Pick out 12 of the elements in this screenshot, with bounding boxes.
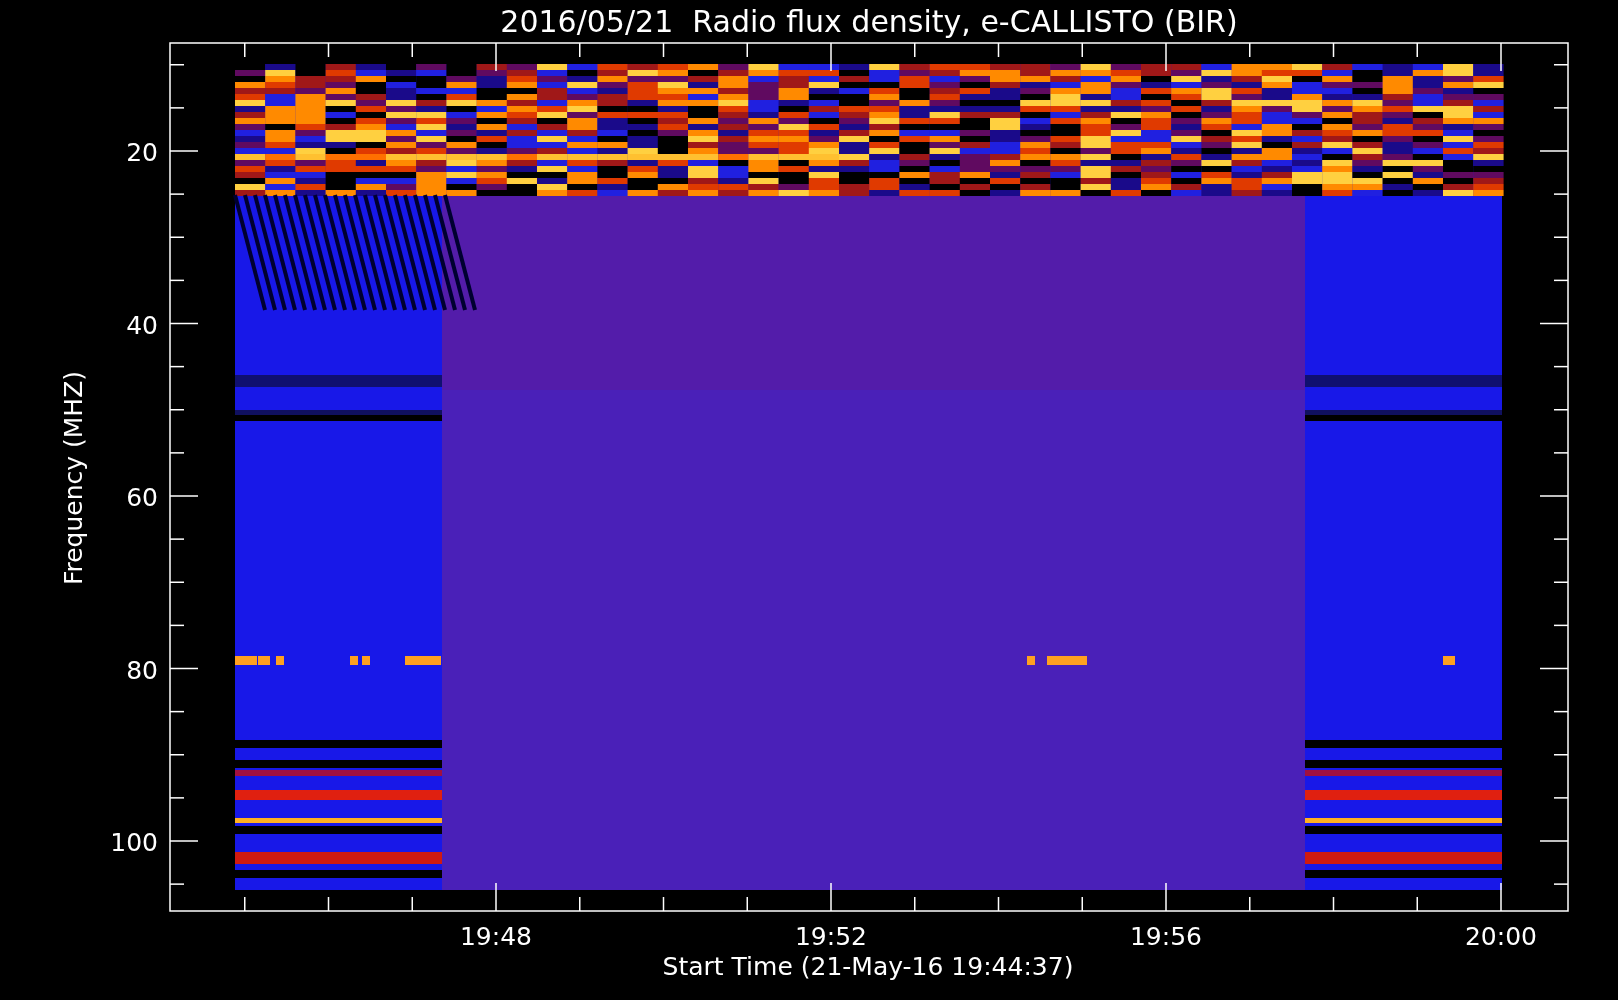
y-tick-label: 100: [110, 828, 158, 857]
y-tick-label: 60: [126, 483, 158, 512]
x-tick-label: 19:52: [795, 922, 867, 951]
y-tick-label: 40: [126, 310, 158, 340]
y-tick-label: 20: [126, 138, 158, 167]
y-axis-label: Frequency (MHZ): [59, 370, 88, 586]
y-tick-label: 80: [126, 655, 158, 685]
x-tick-label: 19:48: [460, 922, 532, 951]
x-tick-label: 19:56: [1130, 922, 1202, 951]
chart-title: 2016/05/21 Radio flux density, e-CALLISTO (BIR): [500, 4, 1238, 39]
x-tick-label: 20:00: [1465, 922, 1537, 951]
x-axis-label: Start Time (21-May-16 19:44:37): [662, 952, 1074, 981]
